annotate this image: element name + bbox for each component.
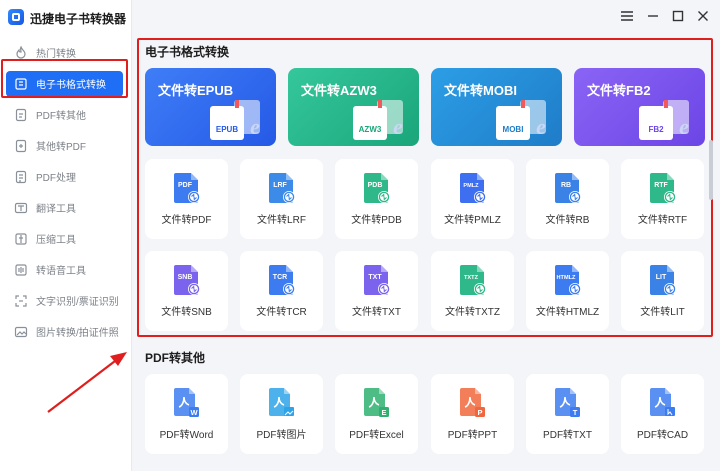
annotation-arrow bbox=[47, 352, 127, 413]
